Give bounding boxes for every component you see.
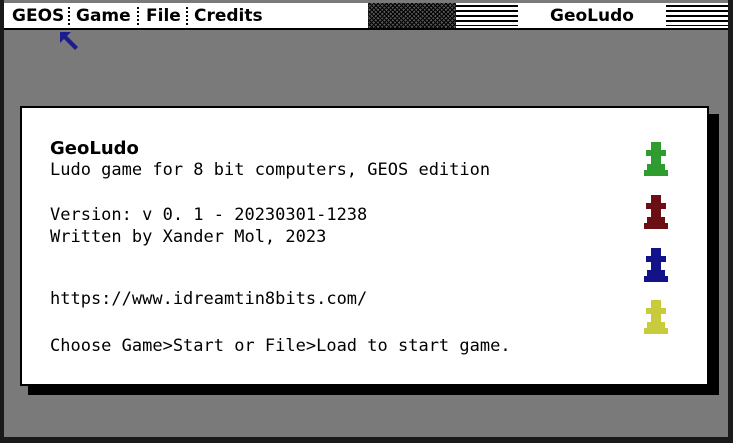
menu-geos[interactable]: GEOS bbox=[12, 4, 64, 28]
author-text: Written by Xander Mol, 2023 bbox=[50, 227, 327, 247]
menu-separator bbox=[186, 7, 188, 25]
app-title: GeoLudo bbox=[550, 6, 634, 26]
menu-bar: GEOS Game File Credits GeoLudo bbox=[4, 3, 728, 30]
title-bar-stripes-right bbox=[666, 5, 728, 26]
menu-bar-pattern bbox=[368, 3, 456, 28]
version-text: Version: v 0. 1 - 20230301-1238 bbox=[50, 205, 368, 225]
mouse-pointer-icon bbox=[60, 32, 78, 50]
screen-border-bottom bbox=[0, 437, 733, 443]
menu-file[interactable]: File bbox=[146, 4, 181, 28]
menu-credits[interactable]: Credits bbox=[194, 4, 263, 28]
screen-border-left bbox=[0, 0, 4, 443]
green-pawn-icon bbox=[644, 142, 668, 176]
yellow-pawn-icon bbox=[644, 300, 668, 334]
dialog-title: GeoLudo bbox=[50, 138, 139, 159]
blue-pawn-icon bbox=[644, 248, 668, 282]
info-dialog: GeoLudo Ludo game for 8 bit computers, G… bbox=[20, 106, 709, 386]
dialog-subtitle: Ludo game for 8 bit computers, GEOS edit… bbox=[50, 160, 491, 180]
website-url: https://www.idreamtin8bits.com/ bbox=[50, 289, 368, 309]
title-bar-stripes-left bbox=[456, 5, 518, 26]
menu-separator bbox=[137, 7, 139, 25]
menu-separator bbox=[68, 7, 70, 25]
desktop: GEOS Game File Credits GeoLudo GeoLudo L… bbox=[0, 0, 733, 443]
screen-border-right bbox=[728, 0, 733, 443]
menu-game[interactable]: Game bbox=[76, 4, 131, 28]
red-pawn-icon bbox=[644, 195, 668, 229]
instructions-text: Choose Game>Start or File>Load to start … bbox=[50, 336, 511, 356]
